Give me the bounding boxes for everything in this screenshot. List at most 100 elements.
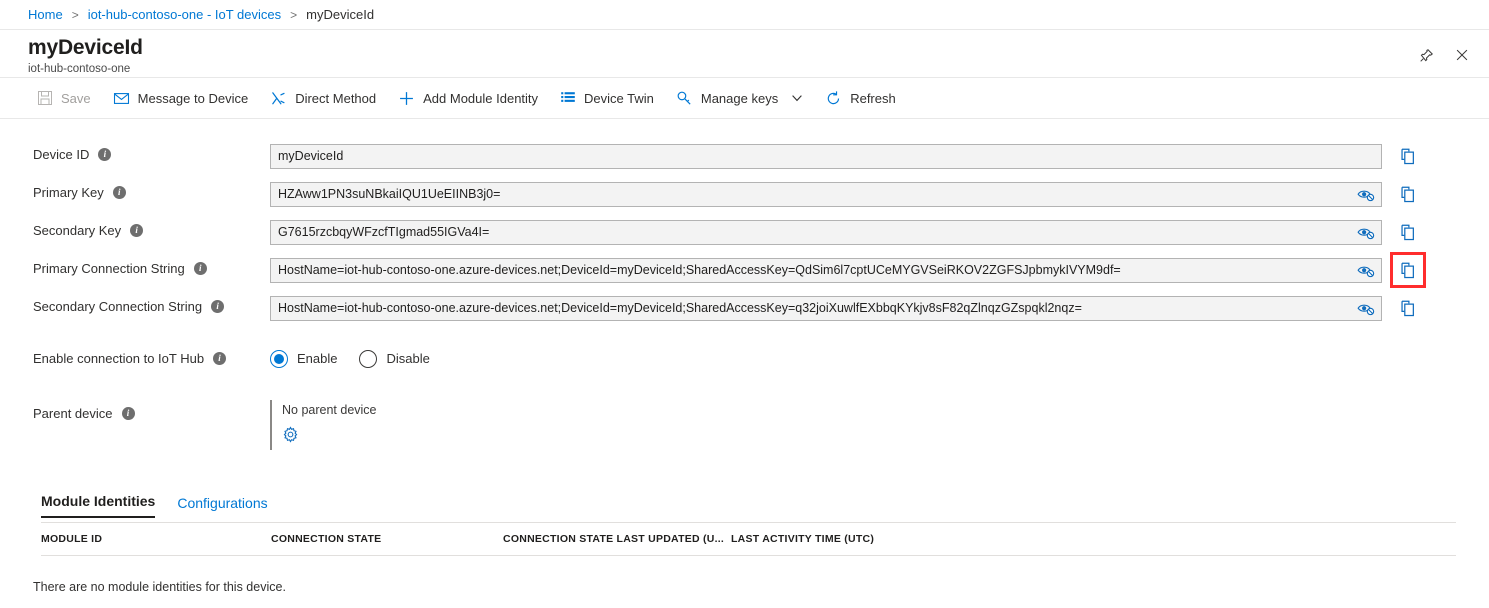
title-bar: myDeviceId iot-hub-contoso-one bbox=[0, 30, 1489, 78]
radio-dot-disable bbox=[359, 349, 378, 368]
refresh-button[interactable]: Refresh bbox=[814, 83, 907, 113]
hide-eye-icon bbox=[1356, 266, 1374, 277]
field-control-secondary-connection-string bbox=[270, 293, 1489, 323]
breadcrumb-separator: > bbox=[71, 7, 79, 22]
field-label-primary-connection-string: Primary Connection String i bbox=[0, 255, 270, 282]
device-twin-button[interactable]: Device Twin bbox=[549, 83, 665, 113]
label-text: Parent device bbox=[33, 406, 113, 421]
field-control-secondary-key bbox=[270, 217, 1489, 247]
copy-primary-connection-string-button[interactable] bbox=[1390, 252, 1426, 288]
parent-device-panel: No parent device bbox=[270, 400, 377, 450]
window-actions bbox=[1413, 42, 1475, 68]
plus-icon bbox=[400, 91, 414, 105]
column-header-module-id[interactable]: MODULE ID bbox=[41, 533, 271, 545]
field-row-primary-key: Primary Key i bbox=[0, 179, 1489, 217]
label-text: Primary Connection String bbox=[33, 261, 185, 276]
label-text: Secondary Key bbox=[33, 223, 122, 238]
radio-enable[interactable]: Enable bbox=[270, 349, 337, 368]
column-header-connection-state-last-updated[interactable]: CONNECTION STATE LAST UPDATED (U... bbox=[503, 533, 731, 545]
breadcrumb-item-iot-devices[interactable]: iot-hub-contoso-one - IoT devices bbox=[88, 7, 281, 22]
refresh-icon bbox=[827, 90, 840, 104]
field-row-parent-device: Parent device i No parent device bbox=[0, 400, 1489, 450]
breadcrumb-item-home[interactable]: Home bbox=[28, 7, 63, 22]
envelope-icon bbox=[113, 92, 129, 104]
field-control-enable-connection: Enable Disable bbox=[270, 345, 1489, 372]
secondary-connection-string-textbox[interactable] bbox=[270, 295, 1382, 321]
radio-label-disable: Disable bbox=[386, 351, 430, 366]
field-row-secondary-connection-string: Secondary Connection String i bbox=[0, 293, 1489, 331]
primary-key-textbox[interactable] bbox=[270, 181, 1382, 207]
message-to-device-label: Message to Device bbox=[137, 90, 249, 106]
page-title: myDeviceId bbox=[28, 36, 143, 59]
info-icon[interactable]: i bbox=[130, 224, 144, 237]
copy-secondary-connection-string-button[interactable] bbox=[1393, 293, 1423, 323]
direct-method-label: Direct Method bbox=[295, 90, 377, 106]
bottom-tabs: Module Identities Configurations bbox=[0, 486, 1489, 518]
info-icon[interactable]: i bbox=[213, 352, 227, 365]
manage-keys-button[interactable]: Manage keys bbox=[665, 83, 814, 113]
field-label-secondary-key: Secondary Key i bbox=[0, 217, 270, 244]
save-icon bbox=[38, 91, 52, 105]
message-to-device-button[interactable]: Message to Device bbox=[102, 83, 260, 113]
field-control-primary-connection-string bbox=[270, 252, 1489, 288]
column-header-last-activity-time[interactable]: LAST ACTIVITY TIME (UTC) bbox=[731, 533, 991, 545]
device-twin-label: Device Twin bbox=[584, 90, 654, 106]
tab-configurations[interactable]: Configurations bbox=[177, 495, 267, 518]
parent-device-settings-button[interactable] bbox=[282, 424, 302, 444]
breadcrumb: Home > iot-hub-contoso-one - IoT devices… bbox=[0, 0, 1489, 30]
info-icon[interactable]: i bbox=[112, 186, 126, 199]
save-label: Save bbox=[61, 90, 91, 106]
device-id-textbox[interactable] bbox=[270, 143, 1382, 169]
info-icon[interactable]: i bbox=[98, 148, 112, 161]
direct-method-button[interactable]: Direct Method bbox=[259, 83, 387, 113]
pin-icon bbox=[1419, 48, 1433, 62]
radio-disable[interactable]: Disable bbox=[359, 349, 430, 368]
hide-eye-icon bbox=[1356, 228, 1374, 239]
copy-icon bbox=[1400, 148, 1414, 164]
copy-device-id-button[interactable] bbox=[1393, 141, 1423, 171]
breadcrumb-separator: > bbox=[290, 7, 298, 22]
column-header-connection-state[interactable]: CONNECTION STATE bbox=[271, 533, 503, 545]
primary-key-input[interactable] bbox=[271, 182, 1351, 206]
close-button[interactable] bbox=[1449, 42, 1475, 68]
device-id-input[interactable] bbox=[271, 144, 1381, 168]
device-form: Device ID i Primary Key i bbox=[0, 119, 1489, 450]
pin-button[interactable] bbox=[1413, 42, 1439, 68]
table-empty-message: There are no module identities for this … bbox=[33, 580, 286, 594]
secondary-key-textbox[interactable] bbox=[270, 219, 1382, 245]
copy-icon bbox=[1400, 186, 1414, 202]
info-icon[interactable]: i bbox=[121, 407, 135, 420]
page-subtitle: iot-hub-contoso-one bbox=[28, 63, 131, 75]
primary-connection-string-input[interactable] bbox=[271, 258, 1351, 282]
toggle-secondary-key-visibility-button[interactable] bbox=[1351, 221, 1381, 244]
toggle-secondary-connection-string-visibility-button[interactable] bbox=[1351, 297, 1381, 320]
info-icon[interactable]: i bbox=[193, 262, 207, 275]
copy-secondary-key-button[interactable] bbox=[1393, 217, 1423, 247]
secondary-key-input[interactable] bbox=[271, 220, 1351, 244]
tab-module-identities[interactable]: Module Identities bbox=[41, 493, 156, 518]
field-row-device-id: Device ID i bbox=[0, 141, 1489, 179]
field-row-secondary-key: Secondary Key i bbox=[0, 217, 1489, 255]
toggle-primary-connection-string-visibility-button[interactable] bbox=[1351, 259, 1381, 282]
hide-eye-icon bbox=[1356, 304, 1374, 315]
table-header-row: MODULE ID CONNECTION STATE CONNECTION ST… bbox=[41, 523, 1456, 556]
save-button[interactable]: Save bbox=[26, 83, 102, 113]
breadcrumb-item-current: myDeviceId bbox=[306, 7, 375, 22]
copy-icon bbox=[1400, 262, 1414, 278]
toggle-primary-key-visibility-button[interactable] bbox=[1351, 183, 1381, 206]
primary-connection-string-textbox[interactable] bbox=[270, 257, 1382, 283]
command-bar: Save Message to Device Direct Method Add… bbox=[0, 78, 1489, 119]
add-module-identity-label: Add Module Identity bbox=[423, 90, 539, 106]
field-label-enable-connection: Enable connection to IoT Hub i bbox=[0, 345, 270, 372]
module-identities-table: MODULE ID CONNECTION STATE CONNECTION ST… bbox=[41, 522, 1456, 556]
add-module-identity-button[interactable]: Add Module Identity bbox=[387, 83, 549, 113]
field-row-primary-connection-string: Primary Connection String i bbox=[0, 252, 1489, 293]
info-icon[interactable]: i bbox=[211, 300, 225, 313]
field-control-primary-key bbox=[270, 179, 1489, 209]
copy-primary-key-button[interactable] bbox=[1393, 179, 1423, 209]
refresh-label: Refresh bbox=[850, 90, 896, 106]
secondary-connection-string-input[interactable] bbox=[271, 296, 1351, 320]
direct-method-icon bbox=[272, 91, 285, 104]
field-control-parent-device: No parent device bbox=[270, 400, 1489, 450]
parent-device-status: No parent device bbox=[282, 403, 377, 417]
